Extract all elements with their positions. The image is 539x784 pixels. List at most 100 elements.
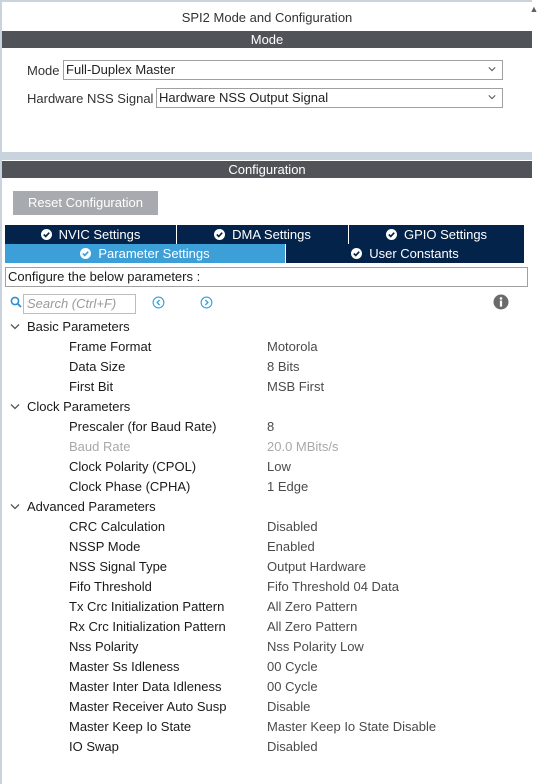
parameter-row[interactable]: CRC Calculation Disabled bbox=[2, 517, 532, 537]
parameter-value[interactable]: All Zero Pattern bbox=[267, 597, 357, 617]
parameter-value[interactable]: Disable bbox=[267, 697, 310, 717]
nss-label: Hardware NSS Signal bbox=[27, 91, 154, 106]
parameter-name: Fifo Threshold bbox=[69, 579, 152, 594]
tab-user-constants[interactable]: User Constants bbox=[286, 244, 524, 263]
parameter-name: IO Swap bbox=[69, 739, 119, 754]
tab-label: DMA Settings bbox=[232, 227, 311, 242]
mode-label: Mode bbox=[27, 63, 60, 78]
check-circle-icon bbox=[80, 248, 92, 259]
check-circle-icon bbox=[351, 248, 363, 259]
parameter-name: Master Receiver Auto Susp bbox=[69, 699, 227, 714]
parameter-row[interactable]: Master Ss Idleness 00 Cycle bbox=[2, 657, 532, 677]
nss-select-value: Hardware NSS Output Signal bbox=[159, 90, 329, 105]
parameter-row[interactable]: Frame Format Motorola bbox=[2, 337, 532, 357]
chevron-down-icon bbox=[488, 95, 496, 100]
parameter-row[interactable]: NSSP Mode Enabled bbox=[2, 537, 532, 557]
info-icon[interactable] bbox=[493, 294, 509, 310]
parameter-value[interactable]: Disabled bbox=[267, 737, 318, 757]
tab-dma-settings[interactable]: DMA Settings bbox=[177, 225, 348, 244]
parameter-row[interactable]: IO Swap Disabled bbox=[2, 737, 532, 757]
parameter-value: 20.0 MBits/s bbox=[267, 439, 339, 454]
collapse-icon[interactable] bbox=[10, 503, 20, 511]
parameter-value[interactable]: Nss Polarity Low bbox=[267, 637, 364, 657]
parameter-name: Clock Polarity (CPOL) bbox=[69, 459, 197, 474]
parameter-name: Master Inter Data Idleness bbox=[69, 679, 222, 694]
parameter-name: NSS Signal Type bbox=[69, 559, 168, 574]
parameter-value[interactable]: Disabled bbox=[267, 517, 318, 537]
parameter-row[interactable]: Prescaler (for Baud Rate) 8 bbox=[2, 417, 532, 437]
search-input[interactable]: Search (Ctrl+F) bbox=[23, 294, 136, 314]
group-label: Basic Parameters bbox=[27, 319, 130, 334]
parameter-row[interactable]: Clock Polarity (CPOL) Low bbox=[2, 457, 532, 477]
parameter-value[interactable]: 8 bbox=[267, 417, 274, 437]
configuration-panel: Configuration Reset Configuration NVIC S… bbox=[2, 160, 532, 784]
window-title: SPI2 Mode and Configuration bbox=[181, 10, 353, 25]
nss-select[interactable]: Hardware NSS Output Signal bbox=[156, 88, 503, 108]
tab-label: User Constants bbox=[369, 246, 459, 261]
parameter-value[interactable]: MSB First bbox=[267, 377, 324, 397]
parameter-row[interactable]: Tx Crc Initialization Pattern All Zero Pa… bbox=[2, 597, 532, 617]
tab-parameter-settings[interactable]: Parameter Settings bbox=[5, 244, 285, 263]
parameter-name: NSSP Mode bbox=[69, 539, 141, 554]
parameter-row[interactable]: NSS Signal Type Output Hardware bbox=[2, 557, 532, 577]
configuration-header: Configuration bbox=[2, 161, 532, 178]
parameter-value[interactable]: 8 Bits bbox=[267, 357, 300, 377]
parameter-name: Data Size bbox=[69, 359, 126, 374]
parameter-name: Clock Phase (CPHA) bbox=[69, 479, 191, 494]
check-circle-icon bbox=[214, 229, 226, 240]
parameter-row[interactable]: Master Inter Data Idleness 00 Cycle bbox=[2, 677, 532, 697]
parameter-name: Nss Polarity bbox=[69, 639, 139, 654]
parameter-value[interactable]: Output Hardware bbox=[267, 557, 366, 577]
parameter-value[interactable]: Master Keep Io State Disable bbox=[267, 717, 436, 737]
parameter-name: Tx Crc Initialization Pattern bbox=[69, 599, 225, 614]
chevron-down-icon bbox=[488, 67, 496, 72]
scroll-up-icon[interactable]: ▲ bbox=[529, 2, 539, 16]
parameter-value[interactable]: All Zero Pattern bbox=[267, 617, 357, 637]
parameter-row[interactable]: Baud Rate 20.0 MBits/s bbox=[2, 437, 532, 457]
parameter-name: Rx Crc Initialization Pattern bbox=[69, 619, 226, 634]
parameter-value[interactable]: 00 Cycle bbox=[267, 657, 318, 677]
mode-select-value: Full-Duplex Master bbox=[66, 62, 176, 77]
parameter-value[interactable]: 00 Cycle bbox=[267, 677, 318, 697]
mode-select[interactable]: Full-Duplex Master bbox=[63, 60, 503, 80]
parameter-name: Master Keep Io State bbox=[69, 719, 192, 734]
scrollbar[interactable] bbox=[532, 0, 539, 784]
parameter-value[interactable]: Fifo Threshold 04 Data bbox=[267, 577, 399, 597]
parameter-name: CRC Calculation bbox=[69, 519, 166, 534]
group-label: Clock Parameters bbox=[27, 399, 131, 414]
group-label: Advanced Parameters bbox=[27, 499, 156, 514]
parameter-name: First Bit bbox=[69, 379, 114, 394]
parameter-row[interactable]: Master Keep Io State Master Keep Io State… bbox=[2, 717, 532, 737]
tab-nvic-settings[interactable]: NVIC Settings bbox=[5, 225, 176, 244]
group-row[interactable]: Clock Parameters bbox=[2, 397, 532, 417]
parameter-value[interactable]: Enabled bbox=[267, 537, 315, 557]
tab-gpio-settings[interactable]: GPIO Settings bbox=[349, 225, 524, 244]
parameter-row[interactable]: Nss Polarity Nss Polarity Low bbox=[2, 637, 532, 657]
parameter-name: Frame Format bbox=[69, 339, 152, 354]
previous-icon[interactable] bbox=[152, 296, 165, 309]
tab-label: NVIC Settings bbox=[58, 227, 141, 242]
collapse-icon[interactable] bbox=[10, 323, 20, 331]
group-row[interactable]: Basic Parameters bbox=[2, 317, 532, 337]
check-circle-icon bbox=[385, 229, 397, 240]
parameter-row[interactable]: Rx Crc Initialization Pattern All Zero Pa… bbox=[2, 617, 532, 637]
check-circle-icon bbox=[40, 229, 52, 240]
group-row[interactable]: Advanced Parameters bbox=[2, 497, 532, 517]
search-icon bbox=[10, 296, 22, 308]
parameter-name: Baud Rate bbox=[69, 439, 131, 454]
mode-header: Mode bbox=[2, 31, 532, 48]
tab-label: Parameter Settings bbox=[98, 246, 210, 261]
collapse-icon[interactable] bbox=[10, 403, 20, 411]
parameter-row[interactable]: Fifo Threshold Fifo Threshold 04 Data bbox=[2, 577, 532, 597]
parameter-row[interactable]: First Bit MSB First bbox=[2, 377, 532, 397]
parameter-name: Prescaler (for Baud Rate) bbox=[69, 419, 217, 434]
parameter-value[interactable]: Low bbox=[267, 457, 291, 477]
parameter-row[interactable]: Master Receiver Auto Susp Disable bbox=[2, 697, 532, 717]
parameter-value[interactable]: Motorola bbox=[267, 337, 318, 357]
parameter-row[interactable]: Data Size 8 Bits bbox=[2, 357, 532, 377]
reset-configuration-button[interactable]: Reset Configuration bbox=[13, 191, 158, 215]
parameter-row[interactable]: Clock Phase (CPHA) 1 Edge bbox=[2, 477, 532, 497]
parameter-name: Master Ss Idleness bbox=[69, 659, 180, 674]
next-icon[interactable] bbox=[200, 296, 213, 309]
parameter-value[interactable]: 1 Edge bbox=[267, 477, 308, 497]
